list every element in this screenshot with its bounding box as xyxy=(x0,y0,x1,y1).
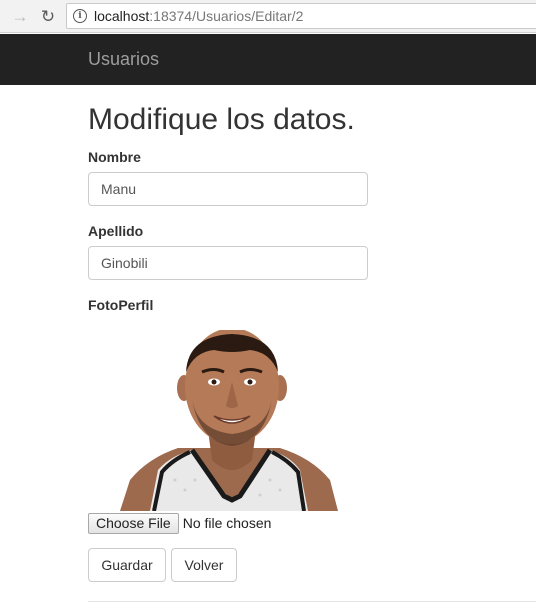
profile-photo xyxy=(120,330,338,511)
navbar-brand-link[interactable]: Usuarios xyxy=(88,49,159,70)
url-host: localhost xyxy=(94,8,150,24)
navbar: Usuarios xyxy=(0,34,536,85)
save-button[interactable]: Guardar xyxy=(88,548,166,582)
page-title: Modifique los datos. xyxy=(88,103,355,136)
foto-perfil-label: FotoPerfil xyxy=(88,297,154,313)
nombre-label: Nombre xyxy=(88,149,141,165)
address-bar[interactable]: i localhost:18374/Usuarios/Editar/2 xyxy=(66,3,536,29)
no-file-text: No file chosen xyxy=(182,515,272,531)
divider xyxy=(88,601,536,602)
file-input: Choose File No file chosen xyxy=(88,512,271,534)
forward-arrow-icon[interactable]: → xyxy=(10,6,30,26)
choose-file-button[interactable]: Choose File xyxy=(88,512,179,534)
nombre-input[interactable] xyxy=(88,172,368,206)
apellido-input[interactable] xyxy=(88,246,368,280)
reload-icon[interactable]: ↻ xyxy=(38,6,58,26)
info-icon[interactable]: i xyxy=(73,9,87,23)
back-button[interactable]: Volver xyxy=(171,548,237,582)
url-path: :18374/Usuarios/Editar/2 xyxy=(149,8,304,24)
apellido-label: Apellido xyxy=(88,223,144,239)
browser-toolbar: → ↻ i localhost:18374/Usuarios/Editar/2 xyxy=(0,0,536,33)
